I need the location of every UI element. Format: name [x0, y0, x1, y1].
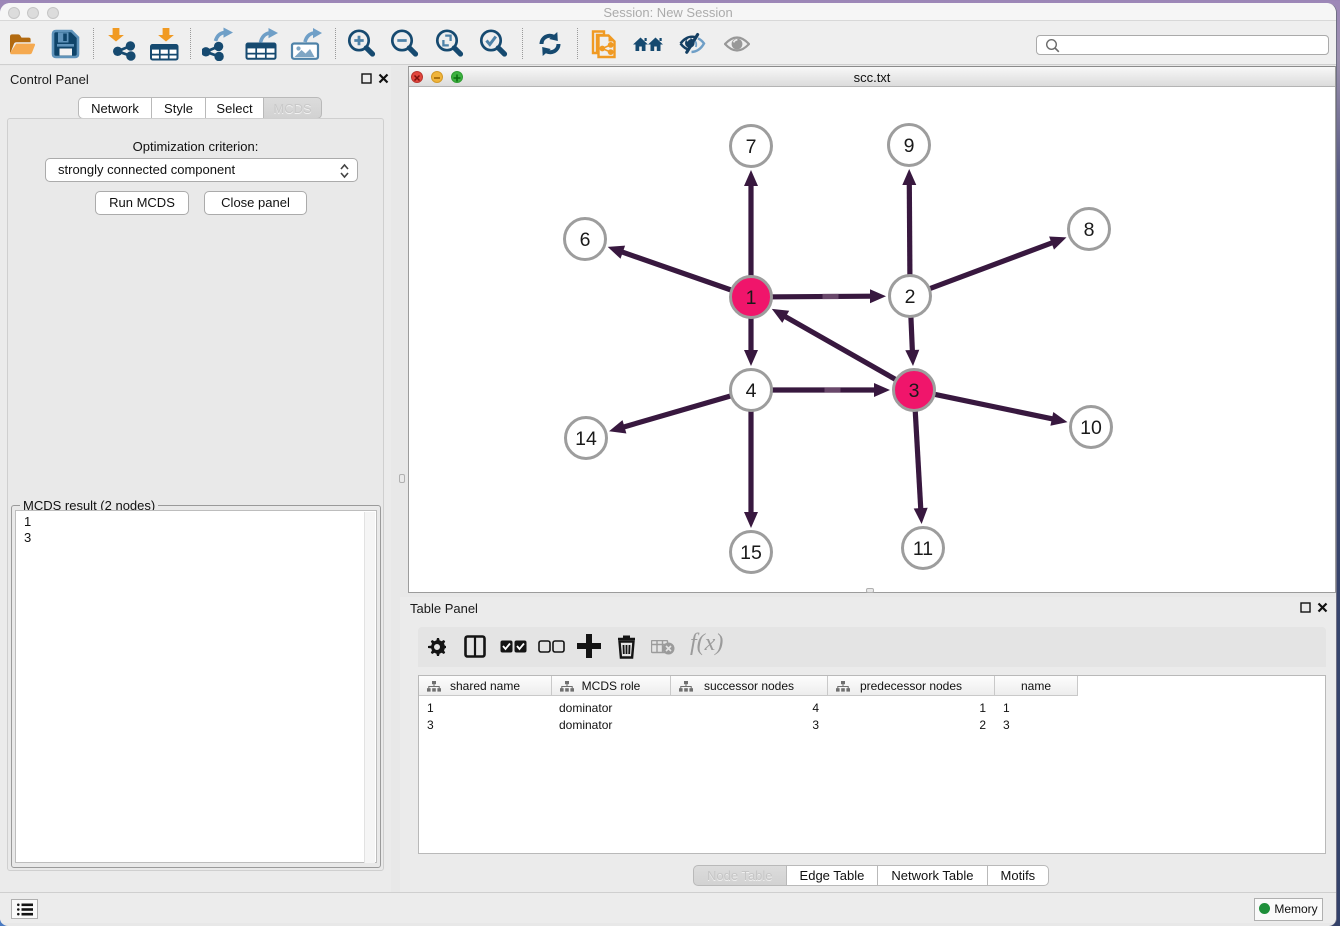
svg-text:14: 14 — [575, 428, 597, 450]
svg-text:15: 15 — [740, 542, 762, 564]
svg-text:7: 7 — [746, 136, 757, 158]
svg-text:11: 11 — [913, 538, 933, 560]
svg-text:10: 10 — [1080, 417, 1102, 439]
svg-text:8: 8 — [1084, 219, 1095, 241]
svg-text:4: 4 — [746, 380, 757, 402]
svg-text:3: 3 — [909, 380, 920, 402]
svg-text:9: 9 — [904, 135, 915, 157]
svg-text:2: 2 — [905, 286, 916, 308]
svg-text:6: 6 — [580, 229, 591, 251]
svg-text:1: 1 — [746, 287, 757, 309]
